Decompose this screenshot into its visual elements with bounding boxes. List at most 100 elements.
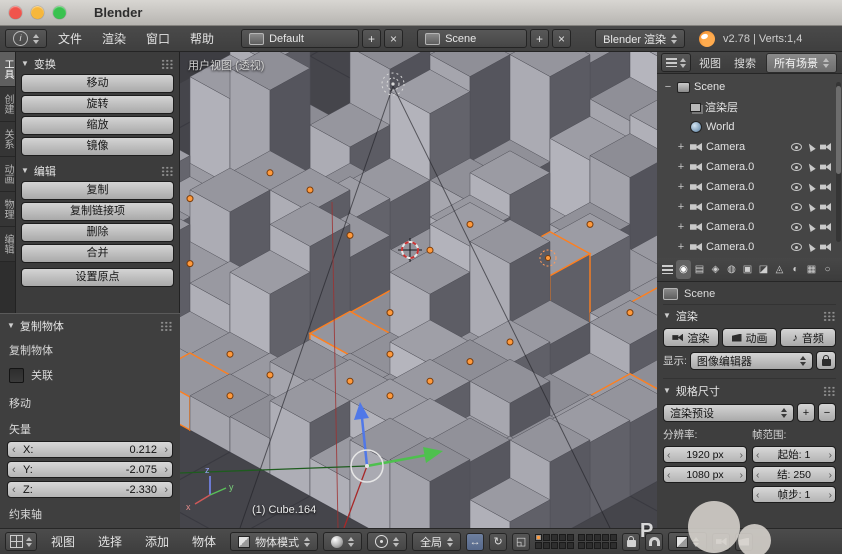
tool-tab-physics[interactable]: 物理	[0, 192, 15, 227]
properties-tab-world[interactable]: ◍	[724, 260, 739, 279]
outliner-filter-select[interactable]: 所有场景	[766, 52, 837, 73]
layer-cell[interactable]	[551, 534, 559, 541]
mirror-button[interactable]: 镜像	[21, 137, 174, 156]
resolution-y-field[interactable]: 1080 px	[663, 466, 747, 483]
tool-tab-edit[interactable]: 编辑	[0, 227, 15, 262]
panel-header-transform[interactable]: ▼ 变换	[21, 55, 174, 72]
y-offset-field[interactable]: Y: -2.075	[7, 461, 173, 478]
render-animation-button[interactable]: 动画	[721, 328, 778, 347]
x-offset-field[interactable]: X: 0.212	[7, 441, 173, 458]
panel-collapse-icon[interactable]: ▼	[7, 321, 15, 330]
menu-view[interactable]: 视图	[694, 55, 726, 71]
menu-view3d-object[interactable]: 物体	[183, 533, 225, 550]
panel-grip-icon[interactable]	[823, 385, 836, 396]
snap-toggle-button[interactable]	[645, 532, 664, 551]
outliner-row[interactable]: + Camera.0	[659, 157, 840, 177]
operator-panel-header[interactable]: ▼ 复制物体	[7, 317, 173, 334]
rotate-manipulator-button[interactable]: ↻	[489, 532, 508, 551]
render-audio-button[interactable]: ♪ 音频	[780, 328, 837, 347]
translate-button[interactable]: 移动	[21, 74, 174, 93]
outliner-row[interactable]: World	[659, 117, 840, 137]
outliner-row[interactable]: 渲染层	[659, 97, 840, 117]
selectable-icon[interactable]	[806, 182, 816, 192]
dimensions-panel-header[interactable]: ▼ 规格尺寸	[663, 378, 836, 399]
frame-end-field[interactable]: 结: 250	[752, 466, 836, 483]
expander-icon[interactable]: −	[663, 81, 673, 93]
properties-tab-render-layers[interactable]: ▤	[692, 260, 707, 279]
rotate-button[interactable]: 旋转	[21, 95, 174, 114]
layer-cell[interactable]	[559, 542, 567, 549]
add-scene-button[interactable]: +	[530, 29, 550, 48]
layer-cell[interactable]	[586, 542, 594, 549]
viewport-3d[interactable]: z y x 用户视图 (透视) (1) Cube.164	[180, 52, 657, 528]
layer-cell[interactable]	[567, 542, 575, 549]
renderable-icon[interactable]	[820, 183, 831, 191]
scale-manipulator-button[interactable]: ◱	[512, 532, 531, 551]
properties-tab-scene[interactable]: ◈	[708, 260, 723, 279]
layer-cell[interactable]	[594, 542, 602, 549]
pivot-point-select[interactable]	[367, 532, 408, 551]
scale-button[interactable]: 缩放	[21, 116, 174, 135]
properties-tab-physics[interactable]: ○	[820, 260, 835, 279]
opengl-render-button[interactable]	[712, 532, 731, 551]
properties-tab-render[interactable]: ◉	[676, 260, 691, 279]
outliner-row[interactable]: + Camera.0	[659, 177, 840, 197]
editor-type-button[interactable]: i	[5, 29, 47, 48]
layer-cell[interactable]	[543, 534, 551, 541]
delete-scene-button[interactable]: ×	[552, 29, 572, 48]
panel-header-edit[interactable]: ▼ 编辑	[21, 162, 174, 179]
outliner-item-label[interactable]: Camera.0	[706, 161, 787, 173]
lock-interface-button[interactable]	[816, 351, 836, 370]
transform-orientation-select[interactable]: 全局	[412, 532, 462, 551]
renderable-icon[interactable]	[820, 243, 831, 251]
snap-element-select[interactable]	[668, 532, 708, 551]
tool-tab-relations[interactable]: 关系	[0, 122, 15, 157]
outliner-row[interactable]: + Camera.0	[659, 197, 840, 217]
properties-tab-material[interactable]: ◐	[788, 260, 803, 279]
outliner-row[interactable]: − Scene	[659, 77, 840, 97]
set-origin-button[interactable]: 设置原点	[21, 268, 174, 287]
visibility-icon[interactable]	[791, 163, 802, 171]
close-window-button[interactable]	[9, 6, 22, 19]
layer-cell[interactable]	[559, 534, 567, 541]
panel-grip-icon[interactable]	[161, 58, 174, 69]
editor-type-button[interactable]	[660, 260, 675, 279]
renderable-icon[interactable]	[820, 163, 831, 171]
panel-grip-icon[interactable]	[823, 310, 836, 321]
frame-step-field[interactable]: 帧步: 1	[752, 486, 836, 503]
visibility-icon[interactable]	[791, 143, 802, 151]
tool-tab-tools[interactable]: 工具	[0, 52, 15, 87]
render-panel-header[interactable]: ▼ 渲染	[663, 307, 836, 324]
tool-tab-create[interactable]: 创建	[0, 87, 15, 122]
minimize-window-button[interactable]	[31, 6, 44, 19]
duplicate-linked-button[interactable]: 复制链接项	[21, 202, 174, 221]
join-button[interactable]: 合并	[21, 244, 174, 263]
expander-icon[interactable]: +	[676, 141, 686, 153]
layer-cell[interactable]	[578, 542, 586, 549]
expander-icon[interactable]: +	[676, 181, 686, 193]
menu-view3d-select[interactable]: 选择	[89, 533, 131, 550]
menu-view3d-add[interactable]: 添加	[136, 533, 178, 550]
outliner-item-label[interactable]: World	[706, 121, 840, 133]
renderable-icon[interactable]	[820, 223, 831, 231]
menu-window[interactable]: 窗口	[137, 30, 179, 47]
delete-button[interactable]: 删除	[21, 223, 174, 242]
screen-layout-selector[interactable]: Default	[241, 29, 360, 48]
visibility-icon[interactable]	[791, 243, 802, 251]
scene-selector[interactable]: Scene	[417, 29, 528, 48]
layer-cell[interactable]	[578, 534, 586, 541]
renderable-icon[interactable]	[820, 203, 831, 211]
outliner-item-label[interactable]: Camera	[706, 141, 787, 153]
renderable-icon[interactable]	[820, 143, 831, 151]
panel-collapse-icon[interactable]: ▼	[21, 166, 29, 175]
outliner-item-label[interactable]: Scene	[694, 81, 840, 93]
outliner-item-label[interactable]: Camera.0	[706, 181, 787, 193]
selectable-icon[interactable]	[806, 162, 816, 172]
translate-manipulator-button[interactable]: ↔	[466, 532, 485, 551]
editor-type-button[interactable]	[661, 53, 691, 72]
linked-checkbox[interactable]	[9, 367, 24, 383]
menu-search[interactable]: 搜索	[729, 55, 761, 71]
mode-select[interactable]: 物体模式	[230, 532, 319, 551]
expander-icon[interactable]: +	[676, 161, 686, 173]
add-layout-button[interactable]: +	[362, 29, 382, 48]
